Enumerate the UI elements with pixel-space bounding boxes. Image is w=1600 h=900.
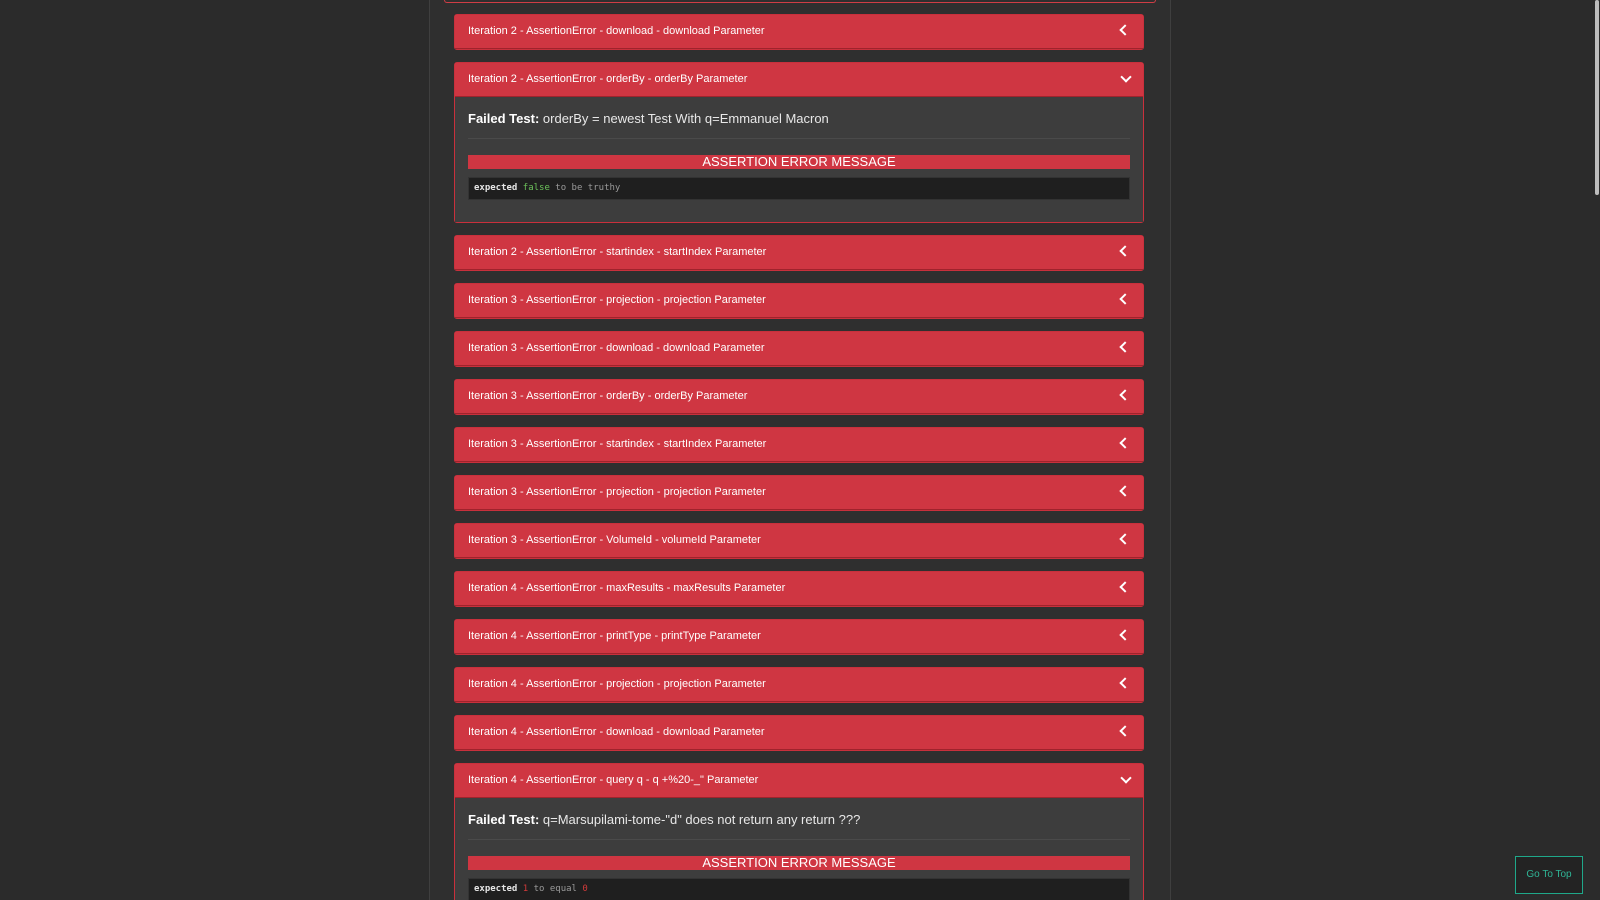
failure-panel-expanded: Iteration 4 - AssertionError - query q -… — [454, 763, 1144, 900]
panel-header[interactable]: Iteration 3 - AssertionError - download … — [455, 332, 1143, 366]
chevron-left-icon[interactable] — [1119, 245, 1131, 257]
code-literal: false — [522, 183, 550, 193]
panel-header[interactable]: Iteration 4 - AssertionError - projectio… — [455, 668, 1143, 702]
report-page: Iteration 2 - AssertionError - download … — [0, 0, 1600, 900]
chevron-left-icon[interactable] — [1119, 437, 1131, 449]
scrollbar-thumb[interactable] — [1595, 0, 1599, 195]
failed-test-label: Failed Test: — [468, 812, 540, 827]
panel-title: Iteration 3 - AssertionError - startinde… — [468, 438, 767, 450]
code-rest: to be truthy — [555, 183, 621, 193]
failed-test-text: orderBy = newest Test With q=Emmanuel Ma… — [542, 111, 829, 126]
panel-header[interactable]: Iteration 4 - AssertionError - printType… — [455, 620, 1143, 654]
panel-header[interactable]: Iteration 2 - AssertionError - download … — [455, 15, 1143, 49]
chevron-left-icon[interactable] — [1119, 24, 1131, 36]
chevron-left-icon[interactable] — [1119, 629, 1131, 641]
chevron-left-icon[interactable] — [1119, 341, 1131, 353]
panel-title: Iteration 3 - AssertionError - orderBy -… — [468, 390, 748, 402]
failed-test-line: Failed Test: q=Marsupilami-tome-"d" does… — [468, 812, 1130, 840]
chevron-left-icon[interactable] — [1119, 293, 1131, 305]
failure-panel: Iteration 3 - AssertionError - VolumeId … — [454, 523, 1144, 559]
chevron-left-icon[interactable] — [1119, 725, 1131, 737]
panel-title: Iteration 3 - AssertionError - download … — [468, 342, 765, 354]
code-number: 0 — [582, 884, 588, 894]
chevron-left-icon[interactable] — [1119, 677, 1131, 689]
panel-title: Iteration 4 - AssertionError - projectio… — [468, 678, 766, 690]
panel-title: Iteration 2 - AssertionError - download … — [468, 25, 765, 37]
panel-body: Failed Test: q=Marsupilami-tome-"d" does… — [455, 798, 1143, 900]
previous-panel-edge — [444, 0, 1156, 3]
panel-header[interactable]: Iteration 4 - AssertionError - maxResult… — [455, 572, 1143, 606]
failure-accordion: Iteration 2 - AssertionError - download … — [454, 14, 1144, 900]
failure-panel: Iteration 2 - AssertionError - download … — [454, 14, 1144, 50]
panel-title: Iteration 4 - AssertionError - maxResult… — [468, 582, 786, 594]
panel-title: Iteration 2 - AssertionError - startinde… — [468, 246, 767, 258]
failure-panel-expanded: Iteration 2 - AssertionError - orderBy -… — [454, 62, 1144, 223]
failure-panel: Iteration 4 - AssertionError - maxResult… — [454, 571, 1144, 607]
failed-test-text: q=Marsupilami-tome-"d" does not return a… — [542, 812, 861, 827]
panel-header[interactable]: Iteration 4 - AssertionError - query q -… — [455, 764, 1143, 798]
panel-header[interactable]: Iteration 3 - AssertionError - startinde… — [455, 428, 1143, 462]
panel-title: Iteration 2 - AssertionError - orderBy -… — [468, 73, 748, 85]
error-code-block: expected false to be truthy — [468, 177, 1130, 200]
panel-header[interactable]: Iteration 4 - AssertionError - download … — [455, 716, 1143, 750]
chevron-left-icon[interactable] — [1119, 485, 1131, 497]
chevron-down-icon[interactable] — [1120, 772, 1132, 784]
chevron-left-icon[interactable] — [1119, 581, 1131, 593]
panel-title: Iteration 4 - AssertionError - download … — [468, 726, 765, 738]
code-rest: to equal — [533, 884, 577, 894]
report-container: Iteration 2 - AssertionError - download … — [429, 0, 1171, 900]
failure-panel: Iteration 4 - AssertionError - projectio… — [454, 667, 1144, 703]
panel-header[interactable]: Iteration 3 - AssertionError - VolumeId … — [455, 524, 1143, 558]
go-to-top-button[interactable]: Go To Top — [1515, 856, 1583, 894]
panel-title: Iteration 3 - AssertionError - projectio… — [468, 486, 766, 498]
failure-panel: Iteration 3 - AssertionError - orderBy -… — [454, 379, 1144, 415]
panel-title: Iteration 4 - AssertionError - printType… — [468, 630, 761, 642]
failure-panel: Iteration 3 - AssertionError - download … — [454, 331, 1144, 367]
failure-panel: Iteration 4 - AssertionError - printType… — [454, 619, 1144, 655]
failure-panel: Iteration 4 - AssertionError - download … — [454, 715, 1144, 751]
panel-header[interactable]: Iteration 2 - AssertionError - orderBy -… — [455, 63, 1143, 97]
chevron-left-icon[interactable] — [1119, 533, 1131, 545]
panel-title: Iteration 3 - AssertionError - projectio… — [468, 294, 766, 306]
panel-header[interactable]: Iteration 2 - AssertionError - startinde… — [455, 236, 1143, 270]
code-number: 1 — [522, 884, 529, 894]
failed-test-label: Failed Test: — [468, 111, 540, 126]
panel-header[interactable]: Iteration 3 - AssertionError - projectio… — [455, 476, 1143, 510]
code-keyword: expected — [474, 884, 518, 894]
error-code-block: expected 1 to equal 0 — [468, 878, 1130, 900]
panel-body: Failed Test: orderBy = newest Test With … — [455, 97, 1143, 222]
panel-title: Iteration 3 - AssertionError - VolumeId … — [468, 534, 761, 546]
failure-panel: Iteration 3 - AssertionError - startinde… — [454, 427, 1144, 463]
assertion-error-title: ASSERTION ERROR MESSAGE — [468, 856, 1130, 870]
code-keyword: expected — [474, 183, 518, 193]
assertion-error-title: ASSERTION ERROR MESSAGE — [468, 155, 1130, 169]
failed-test-line: Failed Test: orderBy = newest Test With … — [468, 111, 1130, 139]
failure-panel: Iteration 3 - AssertionError - projectio… — [454, 283, 1144, 319]
panel-title: Iteration 4 - AssertionError - query q -… — [468, 774, 759, 786]
vertical-scrollbar[interactable] — [1594, 0, 1600, 900]
chevron-down-icon[interactable] — [1120, 71, 1132, 83]
panel-header[interactable]: Iteration 3 - AssertionError - projectio… — [455, 284, 1143, 318]
failure-panel: Iteration 3 - AssertionError - projectio… — [454, 475, 1144, 511]
failure-panel: Iteration 2 - AssertionError - startinde… — [454, 235, 1144, 271]
panel-header[interactable]: Iteration 3 - AssertionError - orderBy -… — [455, 380, 1143, 414]
chevron-left-icon[interactable] — [1119, 389, 1131, 401]
